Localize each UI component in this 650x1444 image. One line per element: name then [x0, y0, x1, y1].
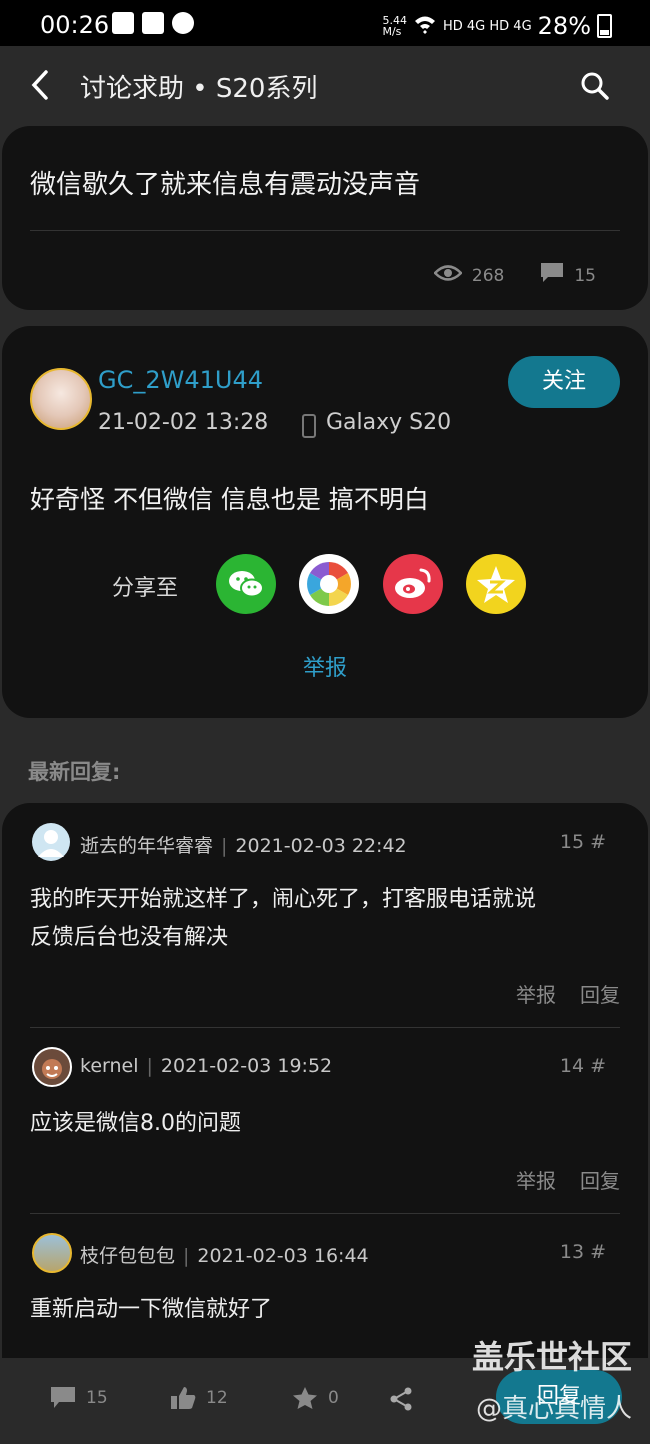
reply-username[interactable]: kernel — [80, 1055, 139, 1077]
comment-icon — [540, 262, 564, 289]
star-action[interactable]: 0 — [292, 1386, 339, 1410]
report-link[interactable]: 举报 — [2, 650, 648, 682]
divider — [30, 1213, 620, 1214]
thumbs-up-icon — [171, 1387, 196, 1409]
phone-icon — [302, 414, 316, 438]
author-name[interactable]: GC_2W41U44 — [98, 366, 263, 394]
likes-count: 12 — [206, 1388, 228, 1408]
moments-share-icon[interactable] — [299, 554, 359, 614]
floor-number: 13 # — [559, 1241, 606, 1263]
post-stats: 268 15 — [433, 262, 596, 289]
search-icon[interactable] — [580, 71, 610, 101]
network-speed: 5.44 M/s — [382, 14, 407, 38]
follow-button[interactable]: 关注 — [508, 356, 620, 408]
battery-level: 28% — [537, 12, 591, 40]
reply-time: 2021-02-03 19:52 — [160, 1055, 333, 1077]
reply-text-line: 我的昨天开始就这样了，闹心死了，打客服电话就说 — [30, 887, 537, 912]
like-action[interactable]: 12 — [170, 1386, 228, 1410]
app-bar: 讨论求助 • S20系列 — [0, 46, 650, 126]
share-icon[interactable] — [388, 1386, 414, 1412]
replies-card: 逝去的年华睿睿 | 2021-02-03 22:42 15 # 我的昨天开始就这样了… — [2, 803, 648, 1363]
wifi-icon — [413, 14, 437, 38]
reply-button[interactable]: 回复 — [580, 979, 620, 1008]
comment-icon — [51, 1387, 75, 1408]
qzone-share-icon[interactable] — [466, 554, 526, 614]
share-label: 分享至 — [112, 576, 179, 601]
latest-replies-heading: 最新回复: — [28, 760, 121, 784]
post-title-card: 微信歇久了就来信息有震动没声音 268 15 — [2, 126, 648, 310]
reply-text-line: 反馈后台也没有解决 — [30, 925, 229, 950]
watermark-title: 盖乐世社区 — [471, 1338, 632, 1376]
comments-action[interactable]: 15 — [50, 1386, 108, 1410]
comment-count: 15 — [574, 265, 596, 286]
page-title: 讨论求助 • S20系列 — [80, 74, 318, 104]
post-body: 好奇怪 不但微信 信息也是 搞不明白 — [30, 485, 429, 514]
back-arrow-icon[interactable] — [26, 66, 58, 104]
star-icon — [293, 1387, 317, 1409]
status-time: 00:26 — [40, 11, 110, 39]
view-count: 268 — [471, 265, 505, 286]
floor-number: 15 # — [559, 831, 606, 853]
post-title: 微信歇久了就来信息有震动没声音 — [30, 170, 421, 200]
avatar[interactable] — [32, 823, 70, 861]
reply-item: 逝去的年华睿睿 | 2021-02-03 22:42 15 # 我的昨天开始就这样了… — [30, 823, 620, 1027]
reply-text-line: 重新启动一下微信就好了 — [30, 1297, 273, 1322]
wechat-share-icon[interactable] — [216, 554, 276, 614]
battery-icon — [597, 14, 612, 38]
weibo-share-icon[interactable] — [383, 554, 443, 614]
eye-icon — [433, 264, 463, 287]
reply-item: kernel | 2021-02-03 19:52 14 # 应该是微信8.0的问题… — [30, 1047, 620, 1213]
gmail-icon — [112, 12, 134, 34]
network-indicators: HD 4G HD 4G — [442, 18, 532, 34]
reply-time: 2021-02-03 22:42 — [235, 835, 407, 857]
comments-count: 15 — [86, 1388, 108, 1408]
divider — [30, 230, 620, 231]
reply-text-line: 应该是微信8.0的问题 — [30, 1111, 241, 1136]
report-button[interactable]: 举报 — [516, 1165, 556, 1194]
app-notification-icon — [172, 12, 194, 34]
watermark: 盖乐世社区 @真心真情人 — [472, 1332, 632, 1425]
reply-username[interactable]: 逝去的年华睿睿 — [80, 835, 213, 857]
author-avatar[interactable] — [30, 368, 92, 430]
report-button[interactable]: 举报 — [516, 979, 556, 1008]
gallery-icon — [142, 12, 164, 34]
reply-username[interactable]: 枝仔包包包 — [80, 1245, 175, 1267]
reply-item: 枝仔包包包 | 2021-02-03 16:44 13 # 重新启动一下微信就好了 — [30, 1233, 620, 1343]
avatar[interactable] — [32, 1233, 72, 1273]
reply-time: 2021-02-03 16:44 — [197, 1245, 369, 1267]
divider — [30, 1027, 620, 1028]
reply-button[interactable]: 回复 — [580, 1165, 620, 1194]
post-body-card: GC_2W41U44 21-02-02 13:28 Galaxy S20 关注 … — [2, 326, 648, 718]
device-name: Galaxy S20 — [326, 410, 452, 435]
watermark-author: @真心真情人 — [475, 1394, 632, 1424]
floor-number: 14 # — [559, 1055, 606, 1077]
stars-count: 0 — [328, 1388, 339, 1408]
avatar[interactable] — [32, 1047, 72, 1087]
status-bar: 00:26 5.44 M/s HD 4G HD 4G 28% — [0, 0, 650, 46]
post-date: 21-02-02 13:28 — [98, 410, 269, 435]
